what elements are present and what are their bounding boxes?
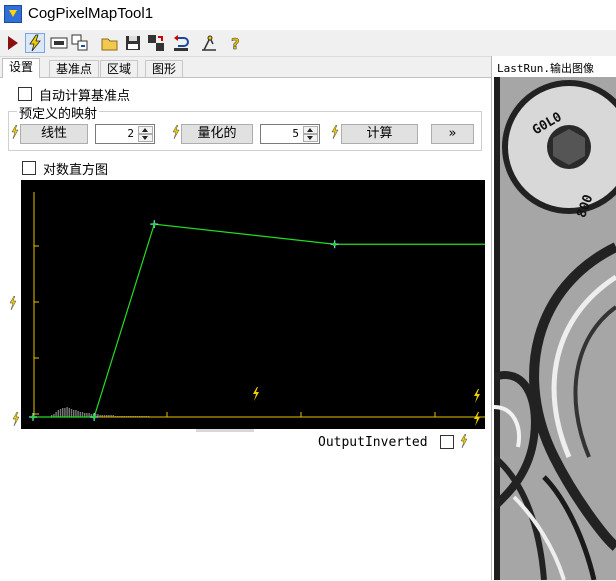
auto-compute-label: 自动计算基准点 (39, 89, 131, 104)
open-icon[interactable] (101, 34, 119, 52)
quantize-count-value: 5 (292, 127, 299, 140)
histogram-bar (79, 412, 81, 417)
save-icon[interactable] (124, 34, 142, 52)
stepper-down-icon[interactable] (138, 134, 153, 142)
histogram-bar (55, 412, 57, 417)
window-title: CogPixelMapTool1 (28, 5, 154, 22)
control-point[interactable] (330, 240, 339, 249)
control-points[interactable] (29, 220, 339, 421)
pixel-map-chart[interactable] (21, 180, 485, 429)
quantize-button[interactable]: 量化的 (181, 124, 253, 144)
histogram-bar (62, 408, 64, 417)
undo-icon[interactable] (172, 34, 190, 52)
stepper-down-icon[interactable] (303, 134, 318, 142)
tab-region[interactable]: 区域 (100, 60, 139, 77)
link-bolt-icon[interactable] (11, 125, 19, 139)
mapping-curve (33, 223, 485, 418)
linear-count-stepper[interactable]: 2 (95, 124, 155, 144)
quantize-count-stepper[interactable]: 5 (260, 124, 320, 144)
chart-bolt-icon[interactable] (474, 389, 480, 403)
link-bolt-icon[interactable] (9, 296, 17, 310)
app-icon (4, 5, 22, 23)
reset-icon[interactable] (71, 34, 89, 52)
tab-fiducials[interactable]: 基准点 (49, 60, 100, 77)
histogram-bar (70, 409, 73, 417)
histogram-bar (59, 409, 62, 417)
link-bolt-icon[interactable] (331, 125, 339, 139)
help-icon[interactable]: ? (226, 34, 244, 52)
tab-graphics[interactable]: 图形 (145, 60, 184, 77)
stepper-up-icon[interactable] (138, 126, 153, 134)
output-inverted-label: OutputInverted (318, 435, 428, 450)
histogram-bar (66, 407, 68, 417)
import-export-icon[interactable] (147, 34, 165, 52)
chart-bolt-icon[interactable] (253, 387, 259, 401)
link-bolt-icon[interactable] (172, 125, 180, 139)
run-icon[interactable] (4, 34, 22, 52)
output-image[interactable]: G0L0 800 (494, 77, 616, 580)
linear-button[interactable]: 线性 (20, 124, 88, 144)
x-ticks (166, 412, 436, 417)
predefined-mapping-title: 预定义的映射 (17, 103, 100, 122)
electric-icon[interactable] (25, 33, 45, 53)
histogram-bar (73, 410, 75, 417)
tab-settings[interactable]: 设置 (2, 58, 41, 78)
histogram-bar (77, 411, 79, 417)
control-point[interactable] (150, 220, 159, 229)
toolbar (0, 30, 616, 57)
histogram (51, 407, 150, 417)
svg-text:?: ? (231, 35, 240, 52)
chart-bolt-icon[interactable] (474, 412, 480, 426)
link-bolt-icon[interactable] (12, 412, 20, 426)
expand-button[interactable]: » (431, 124, 474, 144)
compute-button[interactable]: 计算 (341, 124, 418, 144)
settings-icon[interactable] (200, 34, 218, 52)
link-bolt-icon[interactable] (460, 434, 468, 448)
display-icon[interactable] (50, 34, 68, 52)
output-image-title: LastRun.输出图像 (497, 62, 594, 75)
histogram-bar (68, 408, 70, 417)
chart-scroll-strip[interactable] (196, 429, 254, 432)
histogram-bar (75, 410, 77, 417)
linear-count-value: 2 (127, 127, 134, 140)
log-histogram-checkbox[interactable] (22, 161, 36, 175)
histogram-bar (64, 408, 66, 417)
histogram-bar (57, 410, 59, 417)
log-histogram-label: 对数直方图 (43, 163, 109, 178)
histogram-bar (81, 412, 84, 417)
y-ticks (34, 245, 39, 415)
stepper-up-icon[interactable] (303, 126, 318, 134)
auto-compute-checkbox[interactable] (18, 87, 32, 101)
output-inverted-checkbox[interactable] (440, 435, 454, 449)
